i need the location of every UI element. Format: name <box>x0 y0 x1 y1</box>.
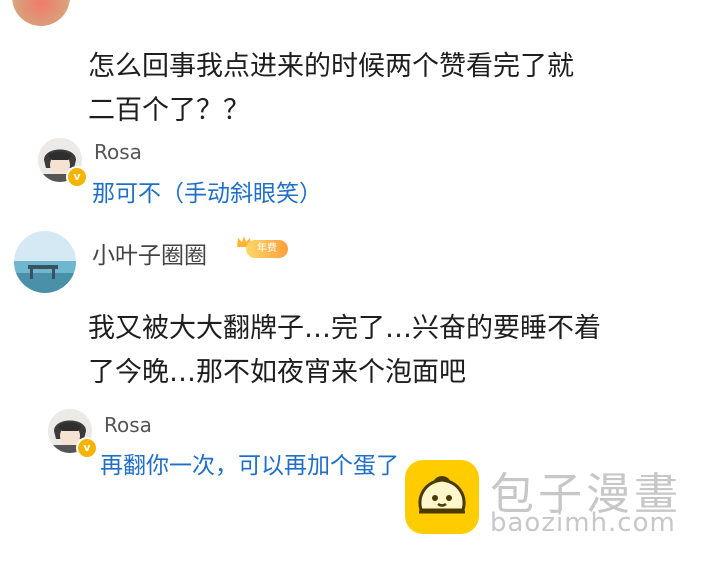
reply-username[interactable]: Rosa <box>94 140 142 164</box>
comment-line: 了今晚…那不如夜宵来个泡面吧 <box>88 357 466 388</box>
reply-text: 那可不（手动斜眼笑） <box>92 181 322 207</box>
comment-line: 二百个了？？ <box>88 95 250 126</box>
beach-avatar-icon <box>14 231 76 293</box>
verified-badge-icon: v <box>76 437 98 459</box>
reply-username[interactable]: Rosa <box>104 413 152 437</box>
avatar[interactable] <box>14 231 76 293</box>
comment-line: 我又被大大翻牌子…完了…兴奋的要睡不着 <box>88 313 601 344</box>
avatar[interactable] <box>12 0 70 26</box>
comment-line: 怎么回事我点进来的时候两个赞看完了就 <box>88 51 574 82</box>
reply-text: 再翻你一次，可以再加个蛋了 <box>100 453 399 479</box>
comment-text: 我又被大大翻牌子…完了…兴奋的要睡不着 了今晚…那不如夜宵来个泡面吧 <box>88 309 601 393</box>
username[interactable]: 小叶子圈圈 <box>92 236 207 270</box>
vip-badge: 年费 <box>246 240 288 258</box>
comment-text: 怎么回事我点进来的时候两个赞看完了就 二百个了？？ <box>88 47 574 131</box>
verified-badge-icon: v <box>66 166 88 188</box>
watermark-logo-icon <box>405 460 479 534</box>
watermark-url: baozimh.com <box>490 508 676 538</box>
